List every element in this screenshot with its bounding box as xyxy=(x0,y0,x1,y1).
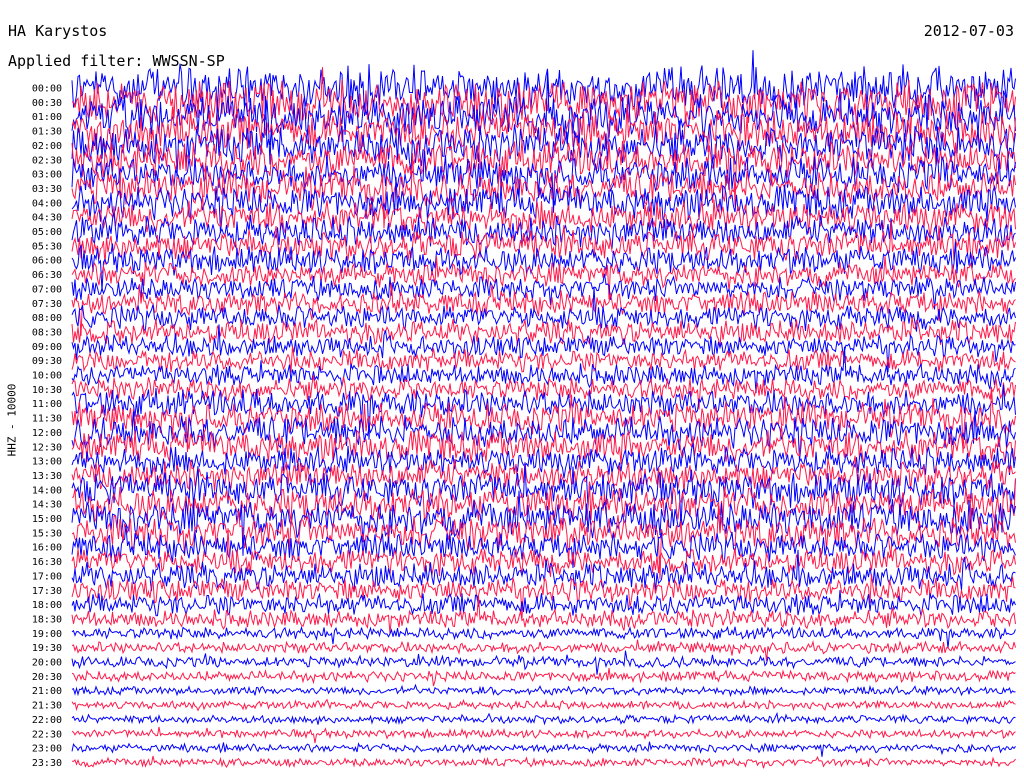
time-tick-label: 23:00 xyxy=(32,744,62,755)
time-tick-label: 18:30 xyxy=(32,614,62,625)
time-tick-label: 15:30 xyxy=(32,528,62,539)
time-tick-label: 00:30 xyxy=(32,98,62,109)
time-tick-label: 14:00 xyxy=(32,485,62,496)
time-tick-label: 10:30 xyxy=(32,385,62,396)
time-tick-label: 03:30 xyxy=(32,184,62,195)
time-tick-label: 19:00 xyxy=(32,629,62,640)
time-tick-label: 03:00 xyxy=(32,170,62,181)
time-tick-label: 16:30 xyxy=(32,557,62,568)
time-tick-label: 04:00 xyxy=(32,198,62,209)
trace-line xyxy=(71,683,1016,698)
trace-line xyxy=(71,625,1016,649)
time-tick-label: 05:30 xyxy=(32,241,62,252)
time-tick-label: 04:30 xyxy=(32,213,62,224)
time-tick-label: 08:00 xyxy=(32,313,62,324)
time-tick-label: 09:00 xyxy=(32,342,62,353)
time-tick-label: 15:00 xyxy=(32,514,62,525)
time-tick-label: 00:00 xyxy=(32,84,62,95)
time-tick-label: 22:30 xyxy=(32,729,62,740)
time-tick-label: 11:30 xyxy=(32,414,62,425)
time-tick-label: 02:00 xyxy=(32,141,62,152)
time-tick-label: 10:00 xyxy=(32,371,62,382)
time-tick-label: 16:00 xyxy=(32,543,62,554)
time-tick-label: 22:00 xyxy=(32,715,62,726)
trace-line xyxy=(71,698,1016,712)
helicorder-plot: 00:00 00:30 01:00 01:30 02:00 02:30 03:00 03:30… xyxy=(32,50,1016,769)
time-tick-label: 05:00 xyxy=(32,227,62,238)
time-tick-label: 08:30 xyxy=(32,327,62,338)
time-tick-label: 17:00 xyxy=(32,571,62,582)
time-tick-label: 17:30 xyxy=(32,586,62,597)
time-tick-label: 18:00 xyxy=(32,600,62,611)
time-tick-label: 12:00 xyxy=(32,428,62,439)
time-tick-label: 01:30 xyxy=(32,127,62,138)
time-tick-label: 07:00 xyxy=(32,284,62,295)
time-tick-label: 09:30 xyxy=(32,356,62,367)
trace-line xyxy=(71,726,1016,744)
time-tick-label: 13:30 xyxy=(32,471,62,482)
time-tick-label: 01:00 xyxy=(32,112,62,123)
time-tick-label: 12:30 xyxy=(32,442,62,453)
tick-label-group: 00:00 00:30 01:00 01:30 02:00 02:30 03:00 03:30… xyxy=(32,84,62,769)
time-tick-label: 13:00 xyxy=(32,457,62,468)
time-tick-label: 21:00 xyxy=(32,686,62,697)
trace-line xyxy=(71,755,1016,769)
time-tick-label: 20:00 xyxy=(32,658,62,669)
trace-line xyxy=(71,668,1016,687)
trace-line xyxy=(71,650,1016,675)
trace-line xyxy=(71,741,1016,757)
trace-line xyxy=(71,574,1016,619)
time-tick-label: 23:30 xyxy=(32,758,62,769)
time-tick-label: 02:30 xyxy=(32,155,62,166)
time-tick-label: 19:30 xyxy=(32,643,62,654)
trace-group xyxy=(71,50,1016,769)
time-tick-label: 21:30 xyxy=(32,701,62,712)
time-tick-label: 11:00 xyxy=(32,399,62,410)
time-tick-label: 20:30 xyxy=(32,672,62,683)
time-tick-label: 07:30 xyxy=(32,299,62,310)
time-tick-label: 14:30 xyxy=(32,500,62,511)
time-tick-label: 06:00 xyxy=(32,256,62,267)
trace-line xyxy=(71,711,1016,726)
time-tick-label: 06:30 xyxy=(32,270,62,281)
